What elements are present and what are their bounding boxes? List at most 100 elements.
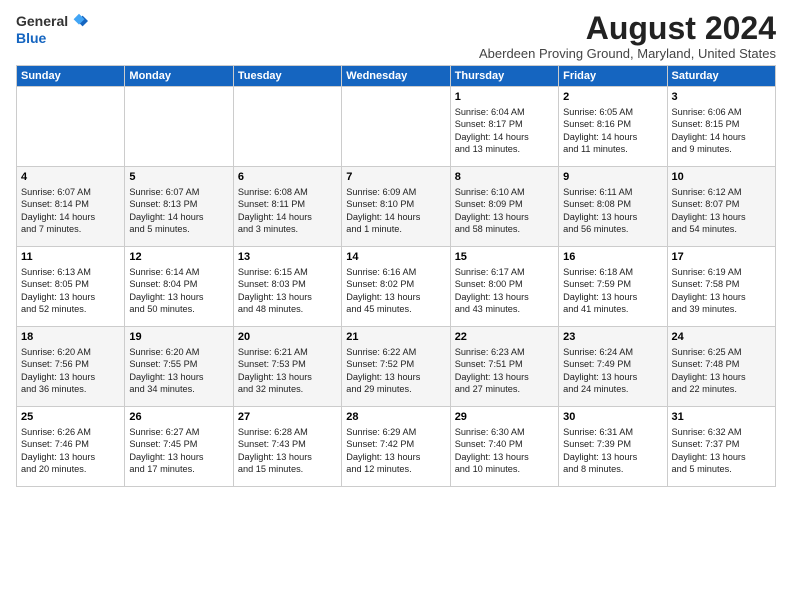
day-info: Daylight: 13 hours — [21, 371, 120, 383]
calendar-cell — [342, 87, 450, 167]
day-info: and 7 minutes. — [21, 223, 120, 235]
day-info: Sunset: 8:15 PM — [672, 118, 771, 130]
day-info: Sunset: 8:04 PM — [129, 278, 228, 290]
day-info: and 3 minutes. — [238, 223, 337, 235]
day-info: and 52 minutes. — [21, 303, 120, 315]
day-info: Daylight: 13 hours — [238, 371, 337, 383]
day-info: Sunset: 7:48 PM — [672, 358, 771, 370]
day-info: Daylight: 13 hours — [21, 451, 120, 463]
weekday-wednesday: Wednesday — [342, 66, 450, 87]
day-number: 21 — [346, 330, 445, 345]
day-number: 19 — [129, 330, 228, 345]
day-info: Sunrise: 6:19 AM — [672, 266, 771, 278]
day-info: Daylight: 13 hours — [346, 371, 445, 383]
day-info: Sunset: 7:39 PM — [563, 438, 662, 450]
calendar-cell: 20Sunrise: 6:21 AMSunset: 7:53 PMDayligh… — [233, 327, 341, 407]
day-info: Daylight: 14 hours — [129, 211, 228, 223]
day-info: Daylight: 13 hours — [455, 211, 554, 223]
weekday-saturday: Saturday — [667, 66, 775, 87]
day-info: Sunrise: 6:12 AM — [672, 186, 771, 198]
calendar-cell: 1Sunrise: 6:04 AMSunset: 8:17 PMDaylight… — [450, 87, 558, 167]
calendar-cell — [125, 87, 233, 167]
day-info: Sunrise: 6:32 AM — [672, 426, 771, 438]
calendar-cell: 12Sunrise: 6:14 AMSunset: 8:04 PMDayligh… — [125, 247, 233, 327]
day-info: Sunrise: 6:06 AM — [672, 106, 771, 118]
day-number: 16 — [563, 250, 662, 265]
day-number: 1 — [455, 90, 554, 105]
day-info: and 39 minutes. — [672, 303, 771, 315]
day-info: and 15 minutes. — [238, 463, 337, 475]
day-info: Daylight: 14 hours — [563, 131, 662, 143]
day-info: Daylight: 13 hours — [129, 291, 228, 303]
day-number: 4 — [21, 170, 120, 185]
calendar-cell: 30Sunrise: 6:31 AMSunset: 7:39 PMDayligh… — [559, 407, 667, 487]
weekday-sunday: Sunday — [17, 66, 125, 87]
day-info: and 20 minutes. — [21, 463, 120, 475]
day-info: Daylight: 14 hours — [346, 211, 445, 223]
day-number: 13 — [238, 250, 337, 265]
week-row-5: 25Sunrise: 6:26 AMSunset: 7:46 PMDayligh… — [17, 407, 776, 487]
calendar-cell: 11Sunrise: 6:13 AMSunset: 8:05 PMDayligh… — [17, 247, 125, 327]
day-info: Sunrise: 6:10 AM — [455, 186, 554, 198]
title-section: August 2024 Aberdeen Proving Ground, Mar… — [479, 12, 776, 61]
day-info: and 41 minutes. — [563, 303, 662, 315]
page-header: General Blue August 2024 Aberdeen Provin… — [16, 12, 776, 61]
day-info: Sunrise: 6:20 AM — [21, 346, 120, 358]
day-info: Sunset: 8:07 PM — [672, 198, 771, 210]
day-info: Sunset: 8:16 PM — [563, 118, 662, 130]
weekday-thursday: Thursday — [450, 66, 558, 87]
day-number: 6 — [238, 170, 337, 185]
day-info: and 29 minutes. — [346, 383, 445, 395]
day-info: Sunrise: 6:21 AM — [238, 346, 337, 358]
day-info: and 22 minutes. — [672, 383, 771, 395]
day-info: Daylight: 13 hours — [455, 371, 554, 383]
day-info: Sunset: 8:08 PM — [563, 198, 662, 210]
day-info: Sunset: 7:46 PM — [21, 438, 120, 450]
weekday-monday: Monday — [125, 66, 233, 87]
weekday-header-row: SundayMondayTuesdayWednesdayThursdayFrid… — [17, 66, 776, 87]
day-info: Daylight: 13 hours — [672, 451, 771, 463]
day-info: Daylight: 14 hours — [238, 211, 337, 223]
day-info: Sunset: 7:51 PM — [455, 358, 554, 370]
day-info: and 24 minutes. — [563, 383, 662, 395]
day-info: Daylight: 13 hours — [563, 211, 662, 223]
calendar-cell: 2Sunrise: 6:05 AMSunset: 8:16 PMDaylight… — [559, 87, 667, 167]
calendar-cell: 5Sunrise: 6:07 AMSunset: 8:13 PMDaylight… — [125, 167, 233, 247]
calendar-cell — [17, 87, 125, 167]
day-info: and 17 minutes. — [129, 463, 228, 475]
logo-general: General — [16, 13, 68, 29]
calendar-cell: 27Sunrise: 6:28 AMSunset: 7:43 PMDayligh… — [233, 407, 341, 487]
day-info: and 50 minutes. — [129, 303, 228, 315]
day-info: and 36 minutes. — [21, 383, 120, 395]
day-info: Sunrise: 6:22 AM — [346, 346, 445, 358]
day-info: Sunrise: 6:04 AM — [455, 106, 554, 118]
day-info: Sunset: 7:43 PM — [238, 438, 337, 450]
day-info: Sunrise: 6:23 AM — [455, 346, 554, 358]
day-info: Daylight: 14 hours — [21, 211, 120, 223]
day-info: Sunset: 7:42 PM — [346, 438, 445, 450]
calendar-cell: 31Sunrise: 6:32 AMSunset: 7:37 PMDayligh… — [667, 407, 775, 487]
day-info: Sunrise: 6:17 AM — [455, 266, 554, 278]
day-info: Sunset: 8:05 PM — [21, 278, 120, 290]
day-info: Sunset: 8:03 PM — [238, 278, 337, 290]
day-info: Sunrise: 6:31 AM — [563, 426, 662, 438]
logo: General Blue — [16, 12, 88, 46]
day-info: Sunset: 8:10 PM — [346, 198, 445, 210]
day-info: Daylight: 14 hours — [672, 131, 771, 143]
calendar-cell: 29Sunrise: 6:30 AMSunset: 7:40 PMDayligh… — [450, 407, 558, 487]
day-info: and 48 minutes. — [238, 303, 337, 315]
calendar-cell: 10Sunrise: 6:12 AMSunset: 8:07 PMDayligh… — [667, 167, 775, 247]
calendar-cell: 25Sunrise: 6:26 AMSunset: 7:46 PMDayligh… — [17, 407, 125, 487]
day-number: 10 — [672, 170, 771, 185]
calendar-cell: 4Sunrise: 6:07 AMSunset: 8:14 PMDaylight… — [17, 167, 125, 247]
day-info: Sunrise: 6:11 AM — [563, 186, 662, 198]
day-info: and 34 minutes. — [129, 383, 228, 395]
day-info: Sunset: 7:56 PM — [21, 358, 120, 370]
day-info: Sunset: 8:14 PM — [21, 198, 120, 210]
day-info: Sunset: 8:17 PM — [455, 118, 554, 130]
day-info: Sunrise: 6:28 AM — [238, 426, 337, 438]
weekday-tuesday: Tuesday — [233, 66, 341, 87]
day-info: and 12 minutes. — [346, 463, 445, 475]
day-info: and 11 minutes. — [563, 143, 662, 155]
day-info: Daylight: 13 hours — [672, 291, 771, 303]
